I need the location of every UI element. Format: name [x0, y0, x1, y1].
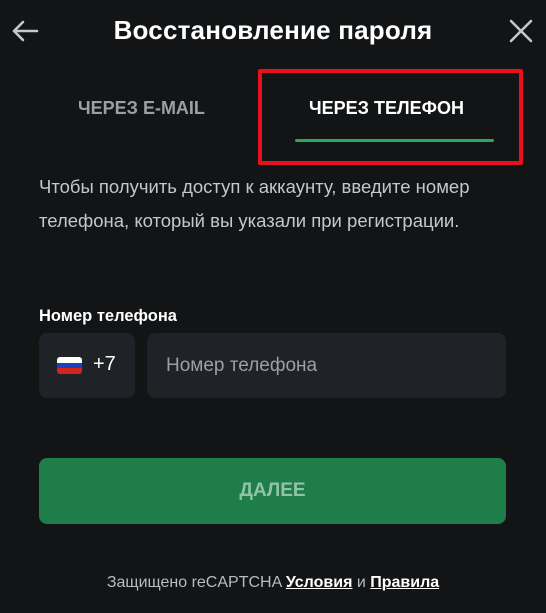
- recaptcha-text: Защищено reCAPTCHA: [106, 574, 282, 591]
- russia-flag-icon: [57, 357, 82, 374]
- close-icon: [509, 19, 533, 43]
- country-code: +7: [93, 353, 116, 375]
- close-button[interactable]: [507, 17, 535, 45]
- page-title: Восстановление пароля: [113, 15, 433, 45]
- highlight-box: [258, 69, 523, 165]
- country-code-select[interactable]: +7: [39, 333, 135, 398]
- phone-input[interactable]: [147, 333, 506, 398]
- next-button[interactable]: ДАЛЕЕ: [39, 458, 506, 524]
- recaptcha-footer: Защищено reCAPTCHA Условия и Правила: [0, 574, 546, 592]
- and-text: и: [356, 574, 366, 591]
- terms-link[interactable]: Условия: [286, 574, 353, 591]
- tab-email[interactable]: ЧЕРЕЗ E-MAIL: [78, 98, 205, 119]
- instructions-text: Чтобы получить доступ к аккаунту, введит…: [39, 176, 470, 231]
- header: Восстановление пароля: [0, 0, 546, 64]
- phone-label: Номер телефона: [39, 307, 177, 325]
- privacy-link[interactable]: Правила: [370, 574, 439, 591]
